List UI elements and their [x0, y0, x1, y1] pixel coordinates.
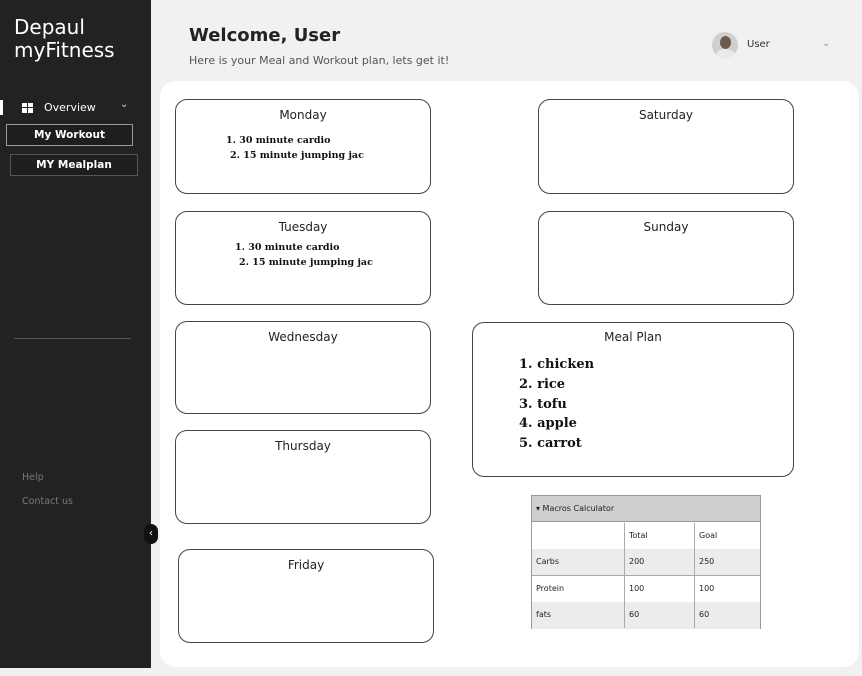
my-workout-button[interactable]: My Workout — [6, 124, 133, 146]
monday-card[interactable]: Monday 1. 30 minute cardio 2. 15 minute … — [175, 99, 431, 194]
table-row: Carbs 200 250 — [532, 549, 760, 576]
table-cell: Carbs — [532, 549, 625, 575]
list-item: 2. 15 minute jumping jac — [230, 150, 364, 161]
list-item: 1. 30 minute cardio — [226, 135, 331, 146]
list-item: 3. tofu — [519, 396, 567, 412]
table-header-cell: Goal — [699, 531, 718, 540]
wednesday-title: Wednesday — [268, 330, 338, 344]
nav-overview-label: Overview — [44, 101, 96, 114]
table-header-cell: Total — [625, 523, 695, 549]
wednesday-card[interactable]: Wednesday — [175, 321, 431, 414]
avatar-body — [716, 49, 735, 58]
macros-calculator: ▾ Macros Calculator Total Goal Carbs 200… — [531, 495, 761, 629]
friday-title: Friday — [287, 558, 325, 572]
chevron-down-icon[interactable]: ⌄ — [822, 38, 830, 49]
sunday-title: Sunday — [643, 220, 689, 234]
avatar-head — [720, 36, 731, 49]
table-cell: 250 — [699, 557, 715, 566]
tuesday-card[interactable]: Tuesday 1. 30 minute cardio 2. 15 minute… — [175, 211, 431, 305]
app-logo[interactable]: Depaul myFitness — [14, 16, 115, 62]
chevron-down-icon[interactable]: ⌄ — [120, 99, 128, 110]
sidebar: Depaul myFitness Overview ⌄ My Workout M… — [0, 0, 151, 668]
monday-workout-list: 1. 30 minute cardio 2. 15 minute jumping… — [226, 133, 364, 163]
meal-plan-card[interactable]: Meal Plan 1. chicken 2. rice 3. tofu 4. … — [472, 322, 794, 477]
table-cell: 60 — [699, 610, 710, 619]
table-cell: 60 — [625, 602, 695, 628]
sunday-card[interactable]: Sunday — [538, 211, 794, 305]
sidebar-divider — [14, 338, 131, 339]
meal-plan-list: 1. chicken 2. rice 3. tofu 4. apple 5. c… — [519, 355, 594, 454]
table-cell: Protein — [532, 576, 625, 602]
table-row: Protein 100 100 — [532, 576, 760, 603]
nav-overview[interactable]: Overview ⌄ — [0, 97, 151, 119]
dashboard-grid-icon — [22, 103, 33, 113]
table-cell: 100 — [699, 584, 715, 593]
active-indicator — [0, 100, 3, 115]
table-cell: fats — [532, 602, 625, 628]
tuesday-title: Tuesday — [278, 220, 328, 234]
user-name[interactable]: User — [747, 39, 770, 50]
list-item: 1. chicken — [519, 357, 595, 372]
list-item: 4. apple — [519, 416, 577, 432]
meal-plan-title: Meal Plan — [604, 330, 662, 344]
page-subtitle: Here is your Meal and Workout plan, lets… — [189, 54, 450, 67]
table-cell: 100 — [625, 576, 695, 602]
logo-line-2: myFitness — [14, 38, 115, 62]
page-title: Welcome, User — [189, 25, 341, 46]
table-header-cell — [532, 523, 625, 549]
saturday-title: Saturday — [638, 108, 694, 122]
list-item: 2. rice — [519, 376, 566, 392]
table-cell: 200 — [625, 549, 695, 575]
avatar[interactable] — [712, 32, 738, 58]
list-item: 1. 30 minute cardio — [235, 242, 340, 253]
logo-line-1: Depaul — [14, 15, 85, 39]
my-mealplan-button[interactable]: MY Mealplan — [10, 154, 138, 176]
tuesday-workout-list: 1. 30 minute cardio 2. 15 minute jumping… — [235, 240, 373, 270]
thursday-title: Thursday — [275, 439, 331, 453]
help-link[interactable]: Help — [22, 472, 44, 483]
contact-us-link[interactable]: Contact us — [22, 496, 73, 507]
table-header-row: Total Goal — [532, 523, 760, 550]
list-item: 2. 15 minute jumping jac — [239, 257, 373, 268]
thursday-card[interactable]: Thursday — [175, 430, 431, 524]
list-item: 5. carrot — [519, 436, 582, 452]
collapse-sidebar-chevron-icon[interactable]: ‹ — [144, 524, 158, 544]
saturday-card[interactable]: Saturday — [538, 99, 794, 194]
macros-calculator-toggle[interactable]: ▾ Macros Calculator — [532, 496, 760, 522]
monday-title: Monday — [279, 108, 327, 122]
table-row: fats 60 60 — [532, 602, 760, 629]
friday-card[interactable]: Friday — [178, 549, 434, 643]
